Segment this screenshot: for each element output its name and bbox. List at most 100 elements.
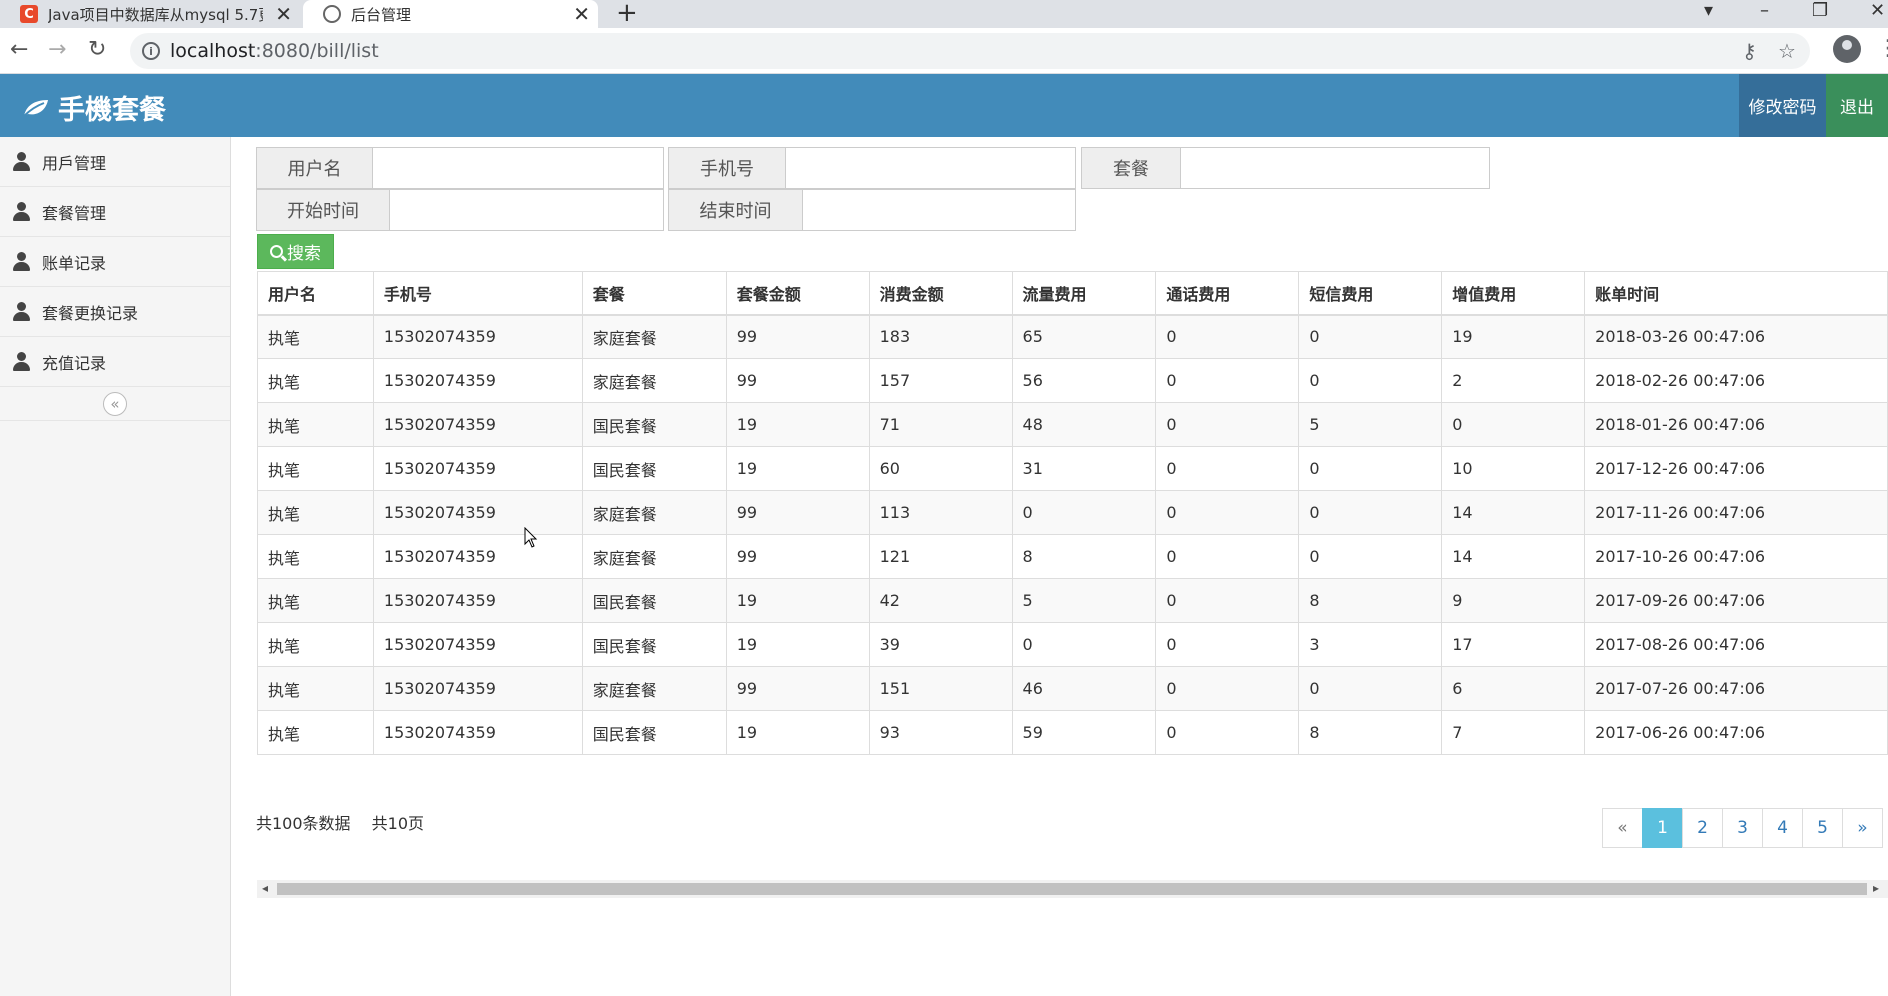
browser-menu-icon[interactable]: ⋮ <box>1877 36 1888 61</box>
scroll-right-icon[interactable]: ▸ <box>1873 881 1879 895</box>
table-cell: 0 <box>1155 666 1300 711</box>
sidebar-item-package-change-records[interactable]: 套餐更换记录 <box>0 287 230 337</box>
sidebar-item-bill-records[interactable]: 账单记录 <box>0 237 230 287</box>
pagination-page[interactable]: 5 <box>1802 808 1843 848</box>
scrollbar-thumb[interactable] <box>277 883 1867 895</box>
table-cell: 0 <box>1155 578 1300 623</box>
table-cell: 19 <box>725 446 870 491</box>
table-cell: 0 <box>1011 622 1157 667</box>
restore-icon[interactable]: ❐ <box>1812 0 1828 21</box>
table-cell: 国民套餐 <box>581 622 727 667</box>
brand-title: 手機套餐 <box>58 95 166 126</box>
start-time-input[interactable] <box>390 190 663 230</box>
tab-title: 后台管理 <box>351 5 412 24</box>
column-header: 用户名 <box>257 271 374 316</box>
table-cell: 执笔 <box>257 490 374 535</box>
logout-button[interactable]: 退出 <box>1826 74 1888 137</box>
tab-close-icon[interactable]: ✕ <box>275 2 292 26</box>
sidebar-item-recharge-records[interactable]: 充值记录 <box>0 337 230 387</box>
change-password-button[interactable]: 修改密码 <box>1739 74 1826 137</box>
profile-avatar-icon[interactable] <box>1833 35 1861 63</box>
table-cell: 19 <box>725 578 870 623</box>
table-cell: 14 <box>1441 534 1586 579</box>
scroll-left-icon[interactable]: ◂ <box>262 881 268 895</box>
table-cell: 2018-02-26 00:47:06 <box>1584 358 1888 403</box>
address-bar[interactable]: i localhost:8080/bill/list ⚷ ☆ <box>130 33 1810 69</box>
table-cell: 2017-06-26 00:47:06 <box>1584 710 1888 755</box>
table-cell: 0 <box>1155 446 1300 491</box>
table-cell: 8 <box>1298 578 1443 623</box>
pagination-page[interactable]: 4 <box>1762 808 1803 848</box>
table-header-row: 用户名 手机号 套餐 套餐金额 消费金额 流量费用 通话费用 短信费用 增值费用… <box>257 271 1888 316</box>
close-window-icon[interactable]: ✕ <box>1870 0 1885 21</box>
table-row: 执笔 15302074359 家庭套餐 99 151 46 0 0 6 2017-07-26 00… <box>257 666 1888 711</box>
search-button-label: 搜索 <box>287 244 321 264</box>
table-cell: 家庭套餐 <box>581 490 727 535</box>
username-filter: 用户名 <box>256 147 664 189</box>
key-icon[interactable]: ⚷ <box>1742 39 1757 63</box>
sidebar-item-label: 账单记录 <box>42 253 107 273</box>
reload-icon[interactable]: ↻ <box>88 37 106 62</box>
package-input[interactable] <box>1181 148 1489 188</box>
site-info-icon[interactable]: i <box>142 42 160 60</box>
tab-search-icon[interactable]: ▾ <box>1704 0 1713 21</box>
table-cell: 15302074359 <box>372 314 583 359</box>
leaf-icon <box>23 99 48 117</box>
table-cell: 157 <box>868 358 1013 403</box>
collapse-sidebar-icon[interactable]: « <box>103 391 127 416</box>
table-cell: 0 <box>1298 534 1443 579</box>
sidebar-collapse-row: « <box>0 387 230 421</box>
browser-tab-2[interactable]: 后台管理 ✕ <box>303 0 598 28</box>
app-header: 手機套餐 修改密码 退出 <box>0 74 1888 137</box>
table-cell: 60 <box>868 446 1013 491</box>
table-cell: 71 <box>868 402 1013 447</box>
table-cell: 42 <box>868 578 1013 623</box>
table-cell: 46 <box>1011 666 1157 711</box>
user-icon <box>13 202 30 221</box>
table-cell: 执笔 <box>257 710 374 755</box>
end-time-input[interactable] <box>803 190 1075 230</box>
table-cell: 183 <box>868 314 1013 359</box>
table-cell: 0 <box>1298 314 1443 359</box>
new-tab-button[interactable]: + <box>616 0 638 26</box>
table-cell: 执笔 <box>257 622 374 667</box>
sidebar-item-user-management[interactable]: 用戶管理 <box>0 137 230 187</box>
table-cell: 7 <box>1441 710 1586 755</box>
forward-arrow-icon[interactable]: → <box>48 37 66 62</box>
start-time-filter: 开始时间 <box>256 189 664 231</box>
pagination-next[interactable]: » <box>1842 808 1883 848</box>
column-header: 短信费用 <box>1298 271 1443 316</box>
end-time-filter: 结束时间 <box>668 189 1076 231</box>
sidebar-item-package-management[interactable]: 套餐管理 <box>0 187 230 237</box>
table-cell: 0 <box>1441 402 1586 447</box>
horizontal-scrollbar[interactable]: ◂ ▸ <box>257 880 1888 898</box>
username-input[interactable] <box>373 148 663 188</box>
pagination-page[interactable]: 1 <box>1642 808 1683 848</box>
package-filter: 套餐 <box>1081 147 1490 189</box>
table-cell: 2017-10-26 00:47:06 <box>1584 534 1888 579</box>
username-label: 用户名 <box>257 148 373 188</box>
search-button[interactable]: 搜索 <box>257 234 334 269</box>
package-label: 套餐 <box>1082 148 1181 188</box>
table-cell: 2 <box>1441 358 1586 403</box>
browser-toolbar: ← → ↻ i localhost:8080/bill/list ⚷ ☆ ⋮ <box>0 28 1888 74</box>
url-text[interactable]: localhost:8080/bill/list <box>170 40 379 62</box>
mouse-cursor-icon <box>524 527 538 548</box>
pagination-page[interactable]: 3 <box>1722 808 1763 848</box>
brand[interactable]: 手機套餐 <box>22 88 166 127</box>
pagination-prev[interactable]: « <box>1602 808 1643 848</box>
browser-tab-1[interactable]: C Java项目中数据库从mysql 5.7更 ✕ <box>0 0 300 28</box>
user-icon <box>13 352 30 371</box>
table-cell: 执笔 <box>257 446 374 491</box>
pagination-page[interactable]: 2 <box>1682 808 1723 848</box>
table-cell: 93 <box>868 710 1013 755</box>
phone-input[interactable] <box>786 148 1075 188</box>
table-cell: 121 <box>868 534 1013 579</box>
tab-close-icon[interactable]: ✕ <box>573 2 590 26</box>
table-cell: 2018-03-26 00:47:06 <box>1584 314 1888 359</box>
minimize-icon[interactable]: – <box>1760 0 1769 21</box>
table-row: 执笔 15302074359 国民套餐 19 93 59 0 8 7 2017-06-26 00:… <box>257 710 1888 755</box>
back-arrow-icon[interactable]: ← <box>10 37 28 62</box>
bookmark-star-icon[interactable]: ☆ <box>1778 39 1796 63</box>
table-cell: 10 <box>1441 446 1586 491</box>
